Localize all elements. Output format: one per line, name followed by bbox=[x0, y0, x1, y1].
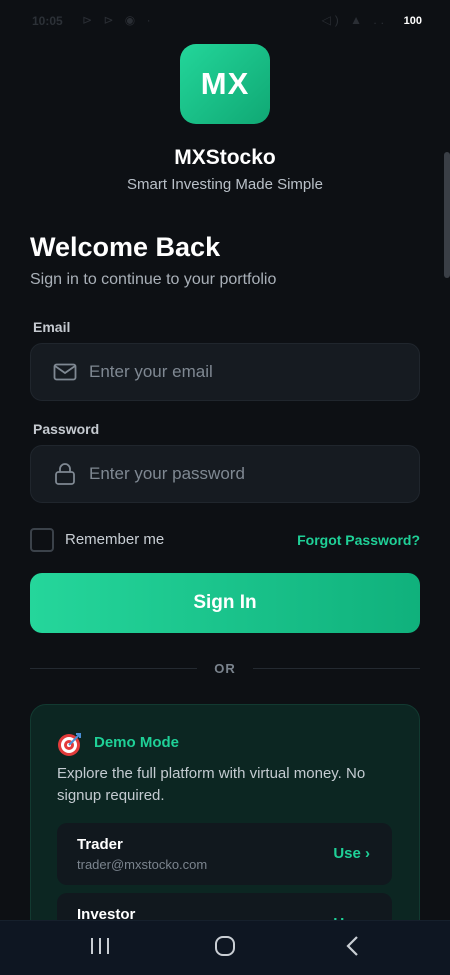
password-input[interactable] bbox=[89, 464, 389, 484]
demo-mode-title: Demo Mode bbox=[94, 734, 180, 751]
use-demo-account-button[interactable]: Use › bbox=[333, 845, 370, 862]
email-field-container[interactable] bbox=[30, 343, 420, 401]
demo-account-name: Trader bbox=[77, 836, 123, 853]
demo-mode-description: Explore the full platform with virtual m… bbox=[57, 765, 366, 804]
demo-account-trader[interactable]: Trader trader@mxstocko.com Use › bbox=[57, 823, 392, 885]
target-icon bbox=[57, 731, 83, 757]
signal-icons: ◁) ▲ .. bbox=[321, 13, 388, 27]
status-bar: 10:05 ⊳ ⊳ ◉ · ◁) ▲ .. 100 bbox=[0, 0, 450, 40]
notification-icons: ⊳ ⊳ ◉ · bbox=[82, 13, 155, 27]
remember-me-label[interactable]: Remember me bbox=[65, 531, 164, 548]
forgot-password-link[interactable]: Forgot Password? bbox=[297, 532, 420, 548]
recent-apps-icon bbox=[89, 937, 111, 960]
home-icon bbox=[214, 935, 236, 962]
scrollbar[interactable] bbox=[444, 152, 450, 278]
app-logo: MX bbox=[180, 44, 270, 124]
battery-level: 100 bbox=[403, 15, 422, 27]
email-input[interactable] bbox=[89, 362, 389, 382]
app-tagline: Smart Investing Made Simple bbox=[127, 176, 323, 193]
divider-line-right bbox=[253, 668, 420, 669]
page-subtitle: Sign in to continue to your portfolio bbox=[30, 271, 277, 288]
sign-in-button[interactable]: Sign In bbox=[30, 573, 420, 633]
demo-account-email: trader@mxstocko.com bbox=[77, 857, 208, 872]
page-title: Welcome Back bbox=[30, 232, 221, 262]
remember-me-checkbox[interactable] bbox=[30, 528, 54, 552]
mail-icon bbox=[53, 360, 77, 384]
email-label: Email bbox=[33, 319, 71, 335]
logo-text: MX bbox=[200, 66, 250, 101]
back-button[interactable] bbox=[312, 921, 392, 975]
back-icon bbox=[344, 935, 360, 962]
home-button[interactable] bbox=[185, 921, 265, 975]
password-label: Password bbox=[33, 421, 100, 437]
lock-icon bbox=[53, 462, 77, 486]
system-nav-bar bbox=[0, 920, 450, 975]
recent-apps-button[interactable] bbox=[60, 921, 140, 975]
status-time: 10:05 bbox=[32, 14, 63, 28]
app-name: MXStocko bbox=[174, 146, 276, 169]
password-field-container[interactable] bbox=[30, 445, 420, 503]
